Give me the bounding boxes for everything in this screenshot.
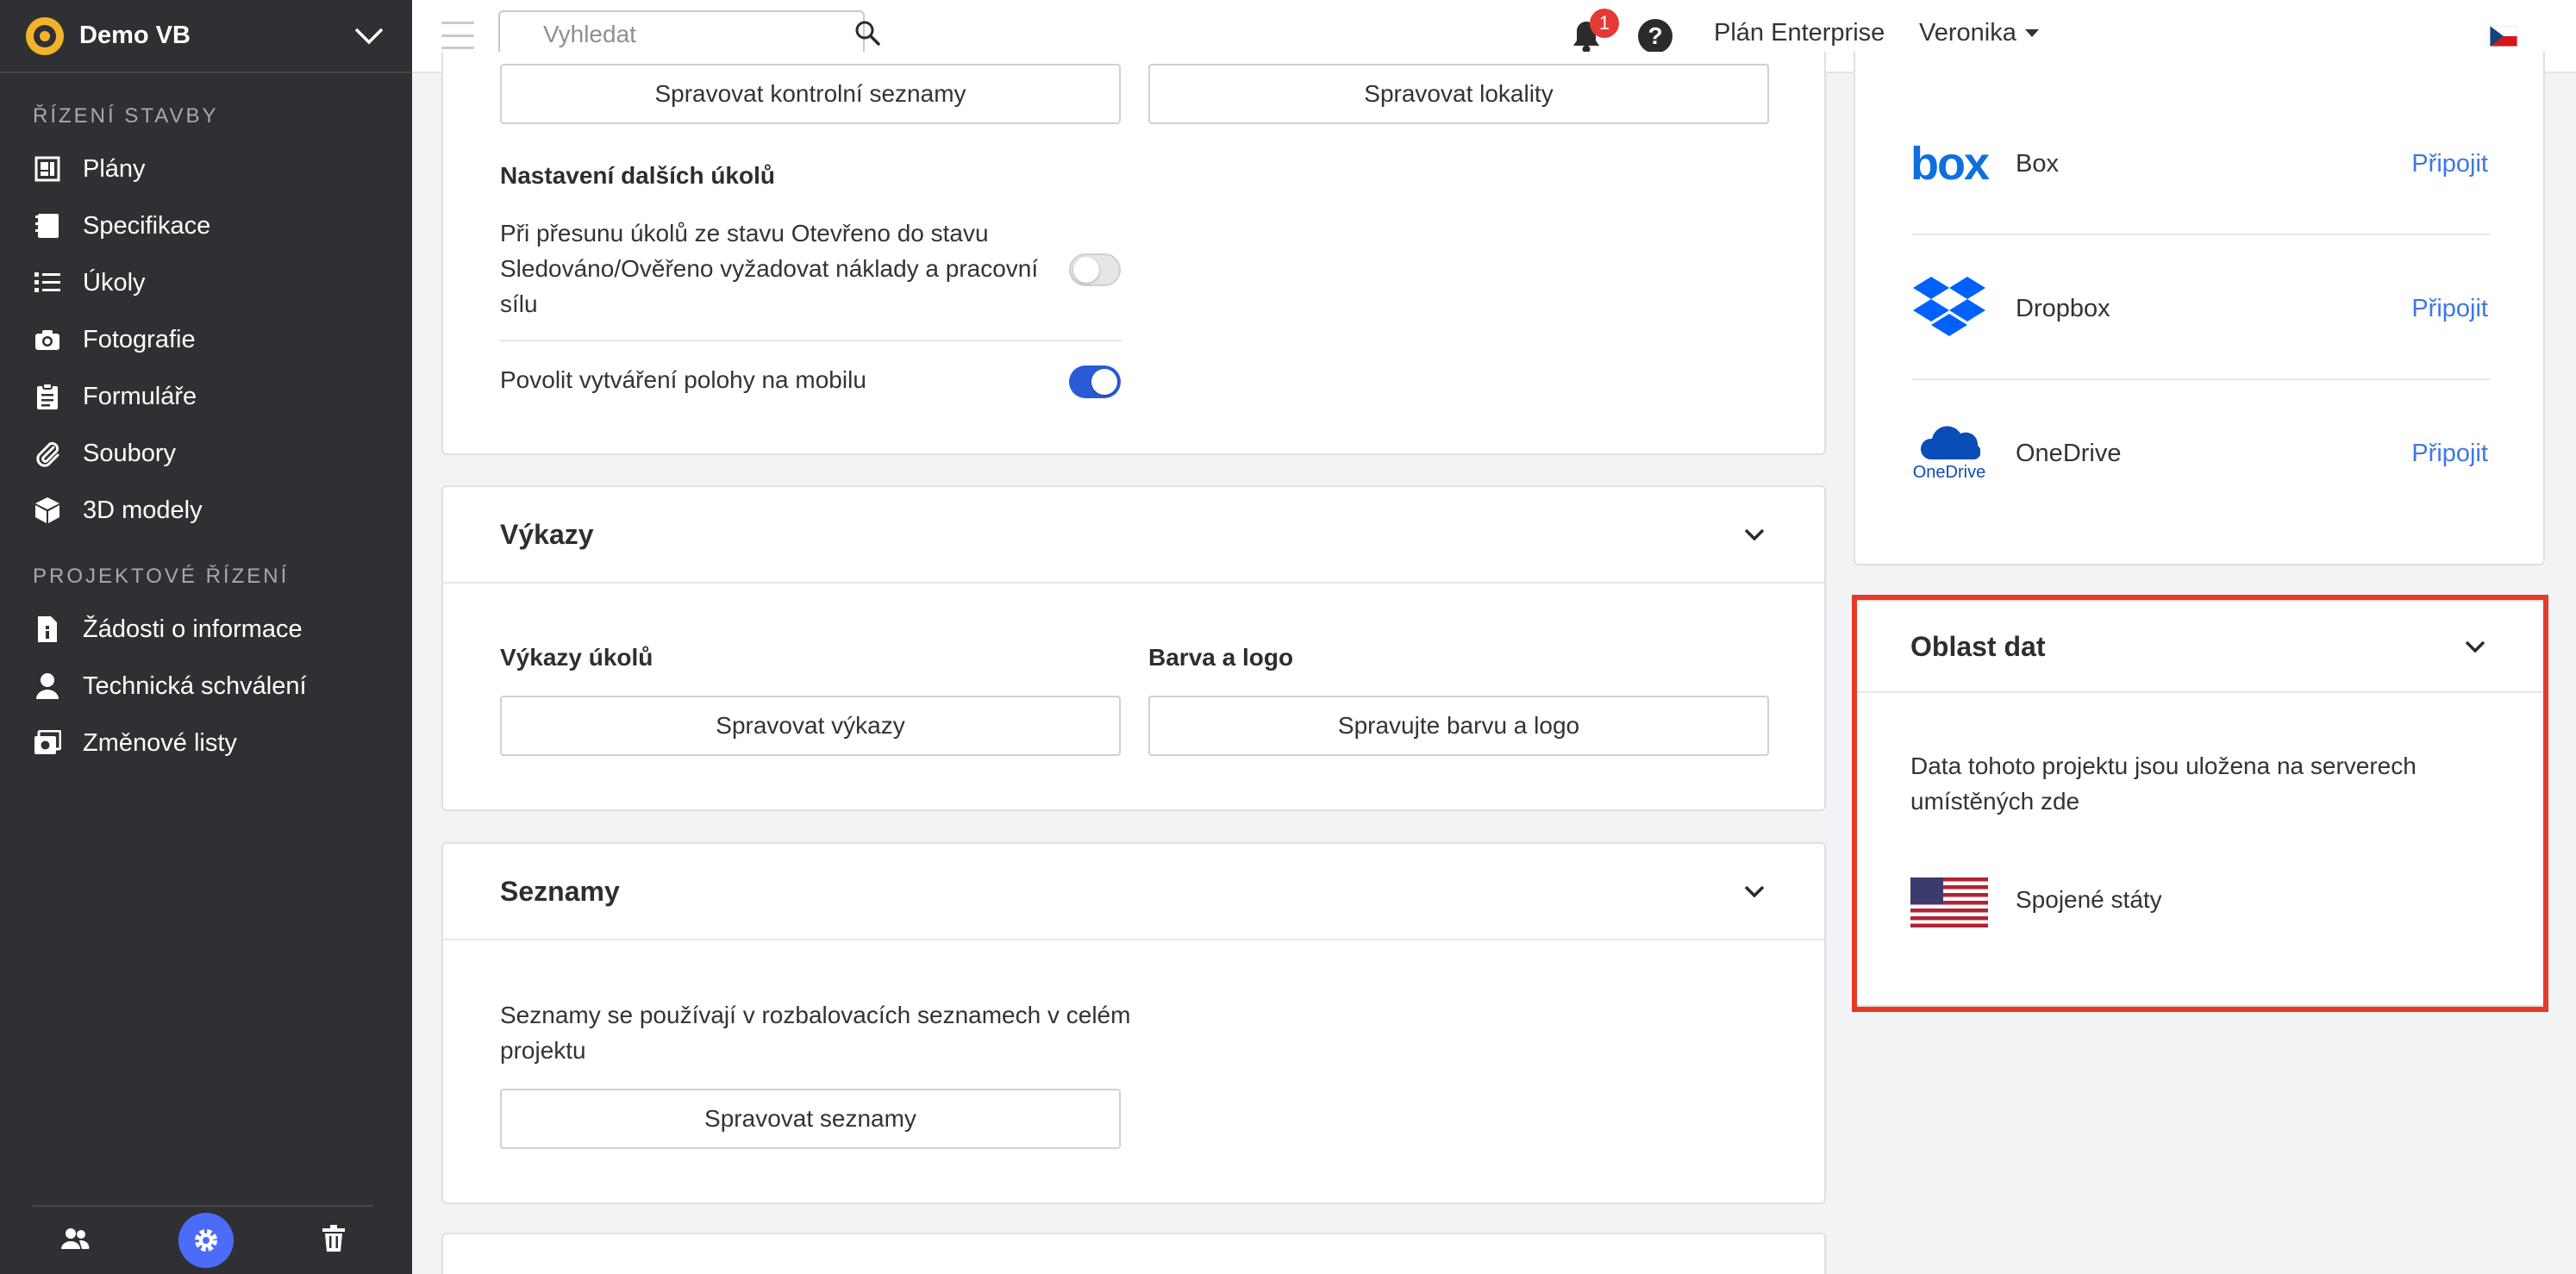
submittal-person-icon	[33, 671, 62, 701]
service-divider	[1912, 234, 2490, 235]
czech-flag-icon[interactable]	[2490, 26, 2517, 47]
service-row-onedrive: OneDrive OneDrive Připojit	[1910, 381, 2488, 526]
trash-icon[interactable]	[322, 1224, 346, 1257]
toggle-knob	[1091, 369, 1117, 395]
sidebar-footer	[33, 1205, 373, 1274]
plans-icon	[33, 154, 62, 184]
data-region-card: Oblast dat Data tohoto projektu jsou ulo…	[1854, 600, 2545, 1007]
sidebar-item-label: Soubory	[83, 439, 177, 467]
sidebar-item-label: Plány	[83, 154, 146, 183]
manage-lists-button[interactable]: Spravovat seznamy	[500, 1089, 1121, 1149]
sidebar-item-rfi[interactable]: Žádosti o informace	[0, 601, 412, 658]
connect-onedrive-link[interactable]: Připojit	[2411, 440, 2488, 468]
project-switcher[interactable]: Demo VB	[0, 0, 412, 73]
section-construction: ŘÍZENÍ STAVBY	[33, 104, 219, 128]
forms-clipboard-icon	[33, 382, 62, 411]
service-row-dropbox: Dropbox Připojit	[1910, 236, 2488, 381]
sidebar-item-label: Technická schválení	[83, 671, 307, 700]
data-region-header[interactable]: Oblast dat	[1855, 602, 2543, 693]
sidebar-item-change-orders[interactable]: Změnové listy	[0, 715, 412, 771]
reports-title: Výkazy	[500, 518, 594, 550]
lists-title: Seznamy	[500, 875, 620, 907]
manage-checklists-button[interactable]: Spravovat kontrolní seznamy	[500, 64, 1121, 124]
more-task-settings-title: Nastavení dalších úkolů	[500, 162, 775, 189]
manage-locations-button[interactable]: Spravovat lokality	[1148, 64, 1769, 124]
reports-card: Výkazy Výkazy úkolů Spravovat výkazy Bar…	[441, 485, 1826, 811]
service-name: Dropbox	[2016, 294, 2110, 322]
help-icon[interactable]: ?	[1638, 19, 1673, 53]
user-menu[interactable]: Veronika	[1919, 19, 2039, 47]
lists-description: Seznamy se používají v rozbalovacích sez…	[500, 1002, 1131, 1064]
chevron-down-icon[interactable]	[1741, 878, 1767, 904]
caret-down-icon	[2024, 29, 2039, 37]
sidebar-item-photos[interactable]: Fotografie	[0, 311, 412, 368]
setting-require-costs-label: Při přesunu úkolů ze stavu Otevřeno do s…	[500, 220, 1039, 317]
setting-mobile-location-label: Povolit vytváření polohy na mobilu	[500, 366, 866, 393]
toggle-knob	[1073, 257, 1099, 283]
users-icon[interactable]	[60, 1227, 90, 1254]
project-name: Demo VB	[79, 22, 191, 49]
chevron-down-icon[interactable]	[352, 19, 386, 53]
tasks-settings-card: Spravovat kontrolní seznamy Spravovat lo…	[441, 52, 1826, 455]
notification-count-badge: 1	[1590, 9, 1619, 38]
settings-divider	[500, 340, 1122, 341]
sidebar-item-label: Žádosti o informace	[83, 615, 303, 643]
require-costs-toggle[interactable]	[1069, 253, 1121, 286]
lists-card: Seznamy Seznamy se používají v rozbalova…	[441, 842, 1826, 1204]
cube-icon	[33, 496, 62, 525]
sidebar-item-label: 3D modely	[83, 496, 203, 524]
color-logo-label: Barva a logo	[1148, 644, 1294, 671]
sidebar-item-plans[interactable]: Plány	[0, 141, 412, 197]
user-name: Veronika	[1919, 19, 2016, 47]
sidebar-item-submittals[interactable]: Technická schválení	[0, 658, 412, 715]
sidebar-item-tasks[interactable]: Úkoly	[0, 254, 412, 311]
data-region-description: Data tohoto projektu jsou uložena na ser…	[1910, 753, 2417, 815]
sidebar-item-label: Úkoly	[83, 268, 146, 297]
service-name: OneDrive	[2016, 439, 2122, 467]
reports-card-header[interactable]: Výkazy	[443, 487, 1824, 584]
data-region-title: Oblast dat	[1910, 630, 2046, 662]
paperclip-icon	[33, 439, 62, 468]
service-divider	[1912, 378, 2490, 380]
manage-color-logo-button[interactable]: Spravujte barvu a logo	[1148, 696, 1769, 756]
sidebar-item-forms[interactable]: Formuláře	[0, 368, 412, 425]
manage-reports-button[interactable]: Spravovat výkazy	[500, 696, 1121, 756]
connect-box-link[interactable]: Připojit	[2411, 150, 2488, 178]
chevron-down-icon[interactable]	[1741, 521, 1767, 547]
sidebar-item-3d-models[interactable]: 3D modely	[0, 482, 412, 539]
sidebar: Demo VB ŘÍZENÍ STAVBY Plány Specifikace …	[0, 0, 412, 1274]
sidebar-item-specifications[interactable]: Specifikace	[0, 197, 412, 254]
service-row-box: box Box Připojit	[1910, 91, 2488, 236]
connect-dropbox-link[interactable]: Připojit	[2411, 295, 2488, 323]
chevron-down-icon[interactable]	[2462, 634, 2488, 659]
task-reports-label: Výkazy úkolů	[500, 644, 653, 671]
rfi-icon	[33, 615, 62, 644]
sidebar-item-files[interactable]: Soubory	[0, 425, 412, 482]
lists-card-header[interactable]: Seznamy	[443, 844, 1824, 940]
integrations-card: box Box Připojit Dropbox Připojit OneDri…	[1854, 52, 2545, 565]
dropbox-logo-icon	[1910, 277, 1988, 339]
box-logo-icon: box	[1910, 138, 1990, 190]
sidebar-item-label: Formuláře	[83, 382, 197, 410]
section-project-management: PROJEKTOVÉ ŘÍZENÍ	[33, 565, 290, 588]
onedrive-logo-icon: OneDrive	[1910, 423, 1988, 484]
service-name: Box	[2016, 149, 2059, 178]
change-order-icon	[33, 728, 62, 758]
us-flag-icon	[1910, 877, 1988, 927]
sidebar-item-label: Fotografie	[83, 325, 196, 353]
sidebar-item-label: Specifikace	[83, 211, 211, 240]
search-input[interactable]	[543, 21, 854, 48]
search-icon[interactable]	[854, 20, 880, 50]
sidebar-item-label: Změnové listy	[83, 728, 237, 757]
hamburger-menu-icon[interactable]	[441, 22, 474, 49]
camera-icon	[33, 325, 62, 354]
tasks-list-icon	[33, 268, 62, 297]
settings-gear-icon[interactable]	[178, 1213, 234, 1268]
next-card-partial	[441, 1233, 1826, 1274]
mobile-location-toggle[interactable]	[1069, 365, 1121, 398]
project-logo-icon	[26, 16, 64, 55]
plan-link[interactable]: Plán Enterprise	[1714, 19, 1885, 47]
specifications-icon	[33, 211, 62, 240]
region-name: Spojené státy	[2016, 886, 2162, 913]
